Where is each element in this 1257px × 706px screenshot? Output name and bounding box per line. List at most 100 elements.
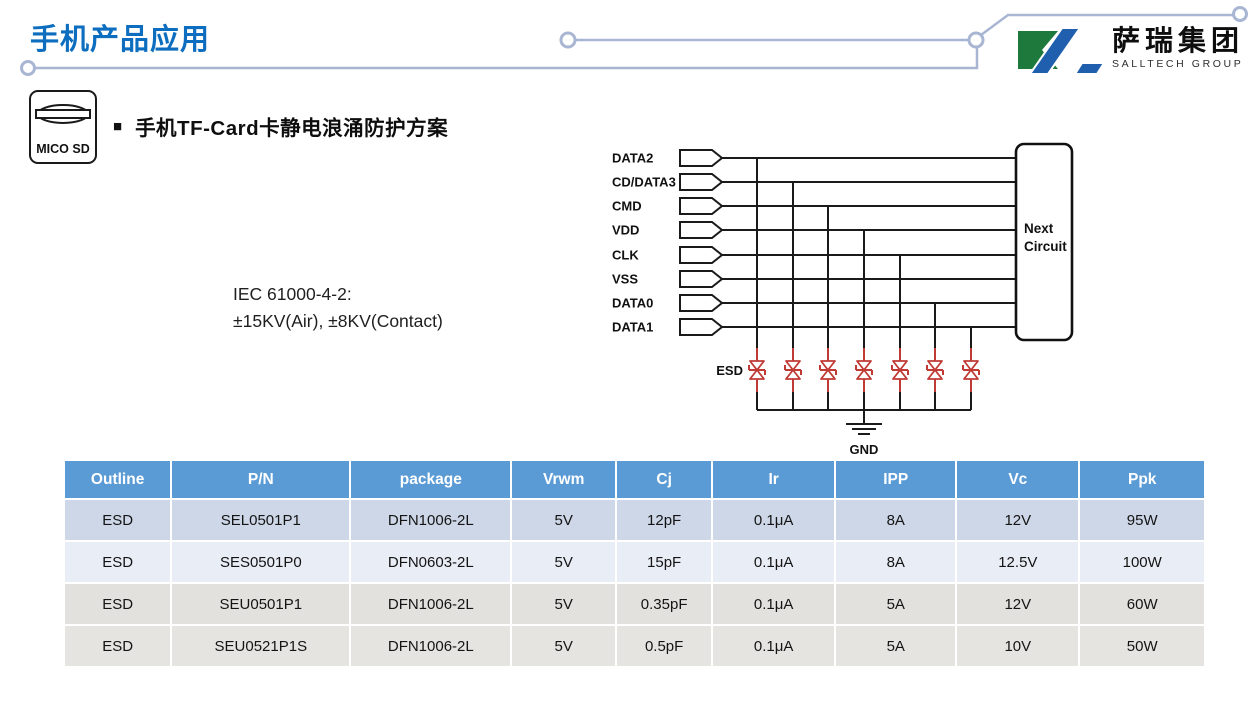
spec-table: OutlineP/NpackageVrwmCjIrIPPVcPpk ESDSEL… [63, 459, 1206, 668]
table-cell: 0.35pF [616, 583, 712, 625]
signal-connector [680, 198, 722, 214]
table-row: ESDSEU0521P1SDFN1006-2L5V0.5pF0.1μA5A10V… [64, 625, 1205, 667]
tvs-diode-icon [750, 361, 764, 370]
table-cell: 15pF [616, 541, 712, 583]
tvs-diode-icon [821, 370, 835, 379]
table-cell: 100W [1079, 541, 1205, 583]
signal-label: VSS [612, 272, 638, 287]
table-cell: 8A [835, 499, 956, 541]
table-cell: SEU0501P1 [171, 583, 350, 625]
tvs-diode-icon [964, 370, 978, 379]
signal-label: DATA2 [612, 151, 653, 166]
table-cell: SEU0521P1S [171, 625, 350, 667]
tvs-diode-icon [893, 361, 907, 370]
iec-line1: IEC 61000-4-2: [233, 281, 443, 308]
table-cell: 12.5V [956, 541, 1079, 583]
trace-node-icon [561, 33, 575, 47]
table-cell: SES0501P0 [171, 541, 350, 583]
logo-text: 萨瑞集团 SALLTECH GROUP [1112, 26, 1244, 70]
section-heading: ■ 手机TF-Card卡静电浪涌防护方案 [113, 111, 448, 141]
table-cell: 12pF [616, 499, 712, 541]
table-cell: ESD [64, 625, 171, 667]
column-header: P/N [171, 460, 350, 499]
table-row: ESDSES0501P0DFN0603-2L5V15pF0.1μA8A12.5V… [64, 541, 1205, 583]
table-cell: 95W [1079, 499, 1205, 541]
table-cell: 0.1μA [712, 625, 835, 667]
column-header: Outline [64, 460, 171, 499]
esd-label: ESD [716, 363, 743, 378]
signal-connector [680, 247, 722, 263]
table-cell: 60W [1079, 583, 1205, 625]
company-name-cn: 萨瑞集团 [1112, 26, 1244, 55]
company-logo: 萨瑞集团 SALLTECH GROUP [1018, 26, 1244, 74]
signal-label: DATA0 [612, 296, 653, 311]
company-name-en: SALLTECH GROUP [1112, 58, 1244, 70]
tvs-diode-icon [821, 361, 835, 370]
iec-standard-note: IEC 61000-4-2: ±15KV(Air), ±8KV(Contact) [233, 281, 443, 335]
sd-icon-label: MICO SD [36, 142, 89, 156]
table-cell: DFN1006-2L [350, 499, 511, 541]
table-cell: 5V [511, 625, 616, 667]
table-cell: 10V [956, 625, 1079, 667]
table-cell: SEL0501P1 [171, 499, 350, 541]
page-title: 手机产品应用 [30, 16, 210, 58]
circuit-diagram: DATA2 CD/DATA3 CMD VDD CLK VSS DATA0 DATA1 ESD GN… [600, 133, 1080, 468]
column-header: Cj [616, 460, 712, 499]
column-header: Ir [712, 460, 835, 499]
signal-connector [680, 174, 722, 190]
spec-table-body: ESDSEL0501P1DFN1006-2L5V12pF0.1μA8A12V95… [64, 499, 1205, 667]
tvs-diode-icon [857, 361, 871, 370]
tvs-diode-icon [964, 361, 978, 370]
table-cell: 12V [956, 499, 1079, 541]
signal-label: DATA1 [612, 320, 653, 335]
sd-lens-icon [33, 100, 93, 128]
table-cell: 5V [511, 583, 616, 625]
iec-line2: ±15KV(Air), ±8KV(Contact) [233, 308, 443, 335]
table-row: ESDSEL0501P1DFN1006-2L5V12pF0.1μA8A12V95… [64, 499, 1205, 541]
tvs-diode-icon [786, 361, 800, 370]
tvs-diode-icon [857, 370, 871, 379]
section-heading-text: 手机TF-Card卡静电浪涌防护方案 [135, 111, 448, 141]
tvs-diode-icon [928, 370, 942, 379]
column-header: Ppk [1079, 460, 1205, 499]
next-circuit-label: Next [1024, 221, 1054, 236]
signal-connector [680, 295, 722, 311]
signal-connector [680, 222, 722, 238]
table-cell: 12V [956, 583, 1079, 625]
trace-node-icon [22, 62, 35, 75]
trace-node-icon [969, 33, 983, 47]
gnd-label: GND [850, 442, 879, 457]
signal-connector [680, 319, 722, 335]
table-cell: DFN1006-2L [350, 583, 511, 625]
table-cell: 0.1μA [712, 583, 835, 625]
table-cell: 5V [511, 541, 616, 583]
tvs-diode-icon [893, 370, 907, 379]
table-cell: ESD [64, 583, 171, 625]
table-cell: 0.1μA [712, 499, 835, 541]
table-cell: 5A [835, 583, 956, 625]
salltech-logo-icon [1018, 28, 1106, 74]
column-header: Vrwm [511, 460, 616, 499]
table-cell: 5V [511, 499, 616, 541]
signal-label: VDD [612, 223, 639, 238]
table-cell: 0.1μA [712, 541, 835, 583]
table-cell: 0.5pF [616, 625, 712, 667]
signal-label: CD/DATA3 [612, 175, 676, 190]
table-cell: 5A [835, 625, 956, 667]
spec-table-head: OutlineP/NpackageVrwmCjIrIPPVcPpk [64, 460, 1205, 499]
signal-label: CMD [612, 199, 642, 214]
micro-sd-card-icon: MICO SD [29, 90, 97, 164]
tvs-diode-icon [928, 361, 942, 370]
table-cell: DFN1006-2L [350, 625, 511, 667]
signal-label: CLK [612, 248, 639, 263]
table-cell: DFN0603-2L [350, 541, 511, 583]
column-header: package [350, 460, 511, 499]
column-header: IPP [835, 460, 956, 499]
table-cell: 8A [835, 541, 956, 583]
table-row: ESDSEU0501P1DFN1006-2L5V0.35pF0.1μA5A12V… [64, 583, 1205, 625]
table-cell: ESD [64, 541, 171, 583]
signal-connector [680, 271, 722, 287]
bullet-square-icon: ■ [113, 119, 122, 134]
header-row: OutlineP/NpackageVrwmCjIrIPPVcPpk [64, 460, 1205, 499]
tvs-diode-icon [750, 370, 764, 379]
